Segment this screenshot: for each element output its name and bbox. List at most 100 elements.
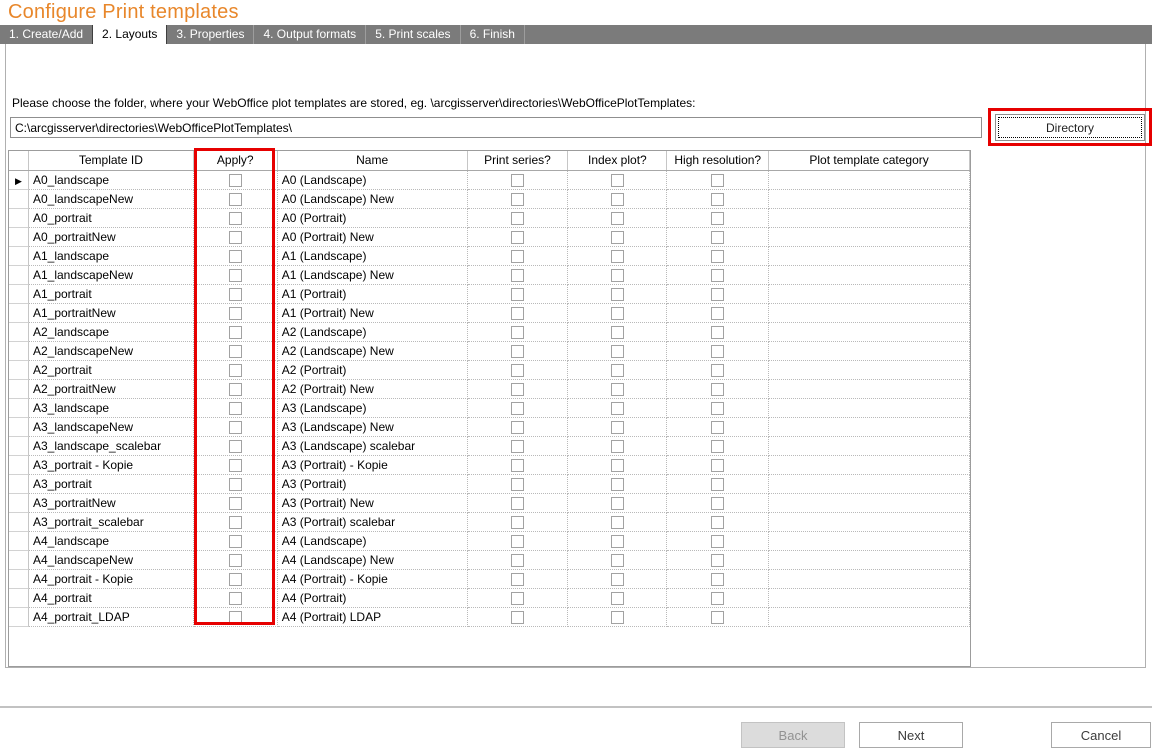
cell-name[interactable]: A0 (Portrait) xyxy=(278,209,468,228)
print-series-checkbox[interactable] xyxy=(511,516,524,529)
cell-template-id[interactable]: A3_landscape_scalebar xyxy=(29,437,194,456)
cell-plot-template-category[interactable] xyxy=(769,570,970,589)
cell-template-id[interactable]: A2_portraitNew xyxy=(29,380,194,399)
cell-name[interactable]: A3 (Portrait) New xyxy=(278,494,468,513)
row-selector-cell[interactable] xyxy=(9,475,29,494)
column-header-row-selector[interactable] xyxy=(9,151,29,170)
print-series-checkbox[interactable] xyxy=(511,459,524,472)
apply-checkbox[interactable] xyxy=(229,497,242,510)
cell-name[interactable]: A3 (Landscape) scalebar xyxy=(278,437,468,456)
print-series-checkbox[interactable] xyxy=(511,440,524,453)
row-selector-cell[interactable] xyxy=(9,532,29,551)
index-plot-checkbox[interactable] xyxy=(611,326,624,339)
apply-checkbox[interactable] xyxy=(229,174,242,187)
row-selector-cell[interactable] xyxy=(9,456,29,475)
apply-checkbox[interactable] xyxy=(229,231,242,244)
index-plot-checkbox[interactable] xyxy=(611,421,624,434)
high-resolution-checkbox[interactable] xyxy=(711,592,724,605)
cell-name[interactable]: A4 (Portrait) - Kopie xyxy=(278,570,468,589)
apply-checkbox[interactable] xyxy=(229,250,242,263)
row-selector-cell[interactable] xyxy=(9,247,29,266)
row-selector-cell[interactable] xyxy=(9,361,29,380)
cell-template-id[interactable]: A4_portrait - Kopie xyxy=(29,570,194,589)
index-plot-checkbox[interactable] xyxy=(611,611,624,624)
high-resolution-checkbox[interactable] xyxy=(711,459,724,472)
cell-plot-template-category[interactable] xyxy=(769,399,970,418)
apply-checkbox[interactable] xyxy=(229,326,242,339)
print-series-checkbox[interactable] xyxy=(511,174,524,187)
cell-plot-template-category[interactable] xyxy=(769,608,970,627)
print-series-checkbox[interactable] xyxy=(511,611,524,624)
cell-name[interactable]: A3 (Portrait) scalebar xyxy=(278,513,468,532)
column-header-index-plot[interactable]: Index plot? xyxy=(568,151,667,170)
column-header-print-series[interactable]: Print series? xyxy=(468,151,569,170)
tab-6-finish[interactable]: 6. Finish xyxy=(461,25,525,44)
cell-template-id[interactable]: A3_landscapeNew xyxy=(29,418,194,437)
cell-template-id[interactable]: A3_landscape xyxy=(29,399,194,418)
cell-name[interactable]: A1 (Portrait) xyxy=(278,285,468,304)
apply-checkbox[interactable] xyxy=(229,421,242,434)
cell-template-id[interactable]: A0_portraitNew xyxy=(29,228,194,247)
cell-template-id[interactable]: A4_portrait_LDAP xyxy=(29,608,194,627)
print-series-checkbox[interactable] xyxy=(511,250,524,263)
cell-plot-template-category[interactable] xyxy=(769,323,970,342)
cell-name[interactable]: A0 (Landscape) New xyxy=(278,190,468,209)
high-resolution-checkbox[interactable] xyxy=(711,421,724,434)
folder-path-input[interactable] xyxy=(10,117,982,138)
row-selector-cell[interactable] xyxy=(9,266,29,285)
row-selector-cell[interactable] xyxy=(9,494,29,513)
cell-name[interactable]: A4 (Portrait) xyxy=(278,589,468,608)
tab-4-output-formats[interactable]: 4. Output formats xyxy=(254,25,366,44)
cell-plot-template-category[interactable] xyxy=(769,532,970,551)
apply-checkbox[interactable] xyxy=(229,307,242,320)
high-resolution-checkbox[interactable] xyxy=(711,193,724,206)
apply-checkbox[interactable] xyxy=(229,440,242,453)
high-resolution-checkbox[interactable] xyxy=(711,554,724,567)
cell-plot-template-category[interactable] xyxy=(769,266,970,285)
print-series-checkbox[interactable] xyxy=(511,535,524,548)
cell-plot-template-category[interactable] xyxy=(769,171,970,190)
print-series-checkbox[interactable] xyxy=(511,402,524,415)
index-plot-checkbox[interactable] xyxy=(611,364,624,377)
apply-checkbox[interactable] xyxy=(229,592,242,605)
print-series-checkbox[interactable] xyxy=(511,345,524,358)
index-plot-checkbox[interactable] xyxy=(611,193,624,206)
cell-plot-template-category[interactable] xyxy=(769,494,970,513)
cell-plot-template-category[interactable] xyxy=(769,209,970,228)
row-selector-cell[interactable] xyxy=(9,190,29,209)
column-header-high-resolution[interactable]: High resolution? xyxy=(667,151,769,170)
high-resolution-checkbox[interactable] xyxy=(711,611,724,624)
column-header-name[interactable]: Name xyxy=(278,151,468,170)
cell-name[interactable]: A1 (Portrait) New xyxy=(278,304,468,323)
next-button[interactable]: Next xyxy=(859,722,963,748)
cell-name[interactable]: A0 (Landscape) xyxy=(278,171,468,190)
cell-plot-template-category[interactable] xyxy=(769,456,970,475)
cell-template-id[interactable]: A4_landscapeNew xyxy=(29,551,194,570)
apply-checkbox[interactable] xyxy=(229,364,242,377)
high-resolution-checkbox[interactable] xyxy=(711,231,724,244)
index-plot-checkbox[interactable] xyxy=(611,478,624,491)
high-resolution-checkbox[interactable] xyxy=(711,345,724,358)
row-selector-cell[interactable] xyxy=(9,399,29,418)
cell-template-id[interactable]: A4_portrait xyxy=(29,589,194,608)
index-plot-checkbox[interactable] xyxy=(611,535,624,548)
cell-name[interactable]: A3 (Portrait) - Kopie xyxy=(278,456,468,475)
cell-template-id[interactable]: A3_portrait xyxy=(29,475,194,494)
apply-checkbox[interactable] xyxy=(229,383,242,396)
cell-plot-template-category[interactable] xyxy=(769,342,970,361)
print-series-checkbox[interactable] xyxy=(511,307,524,320)
cell-template-id[interactable]: A1_portrait xyxy=(29,285,194,304)
row-selector-cell[interactable] xyxy=(9,551,29,570)
apply-checkbox[interactable] xyxy=(229,345,242,358)
cell-template-id[interactable]: A2_landscape xyxy=(29,323,194,342)
high-resolution-checkbox[interactable] xyxy=(711,250,724,263)
cell-template-id[interactable]: A3_portrait_scalebar xyxy=(29,513,194,532)
print-series-checkbox[interactable] xyxy=(511,288,524,301)
index-plot-checkbox[interactable] xyxy=(611,250,624,263)
tab-3-properties[interactable]: 3. Properties xyxy=(167,25,254,44)
directory-button[interactable]: Directory xyxy=(995,114,1145,141)
print-series-checkbox[interactable] xyxy=(511,592,524,605)
cell-plot-template-category[interactable] xyxy=(769,418,970,437)
cell-name[interactable]: A3 (Portrait) xyxy=(278,475,468,494)
cell-template-id[interactable]: A1_portraitNew xyxy=(29,304,194,323)
